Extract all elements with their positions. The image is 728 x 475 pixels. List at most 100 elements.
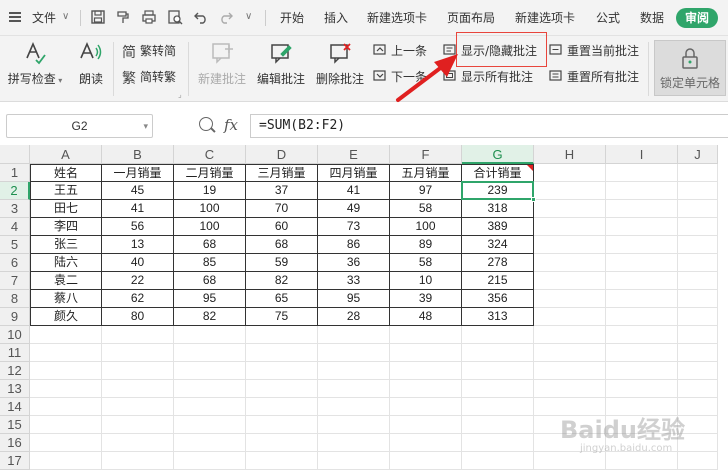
cell-e6[interactable]: 36 xyxy=(318,254,390,272)
cell-c14[interactable] xyxy=(174,398,246,416)
tab-formulas[interactable]: 公式 xyxy=(596,9,620,26)
cell-g12[interactable] xyxy=(462,362,534,380)
cell-f6[interactable]: 58 xyxy=(390,254,462,272)
cell-a15[interactable] xyxy=(30,416,102,434)
cell-i4[interactable] xyxy=(606,218,678,236)
cell-h4[interactable] xyxy=(534,218,606,236)
cell-h11[interactable] xyxy=(534,344,606,362)
cell-e4[interactable]: 73 xyxy=(318,218,390,236)
prev-comment-button[interactable]: 上一条 xyxy=(373,42,427,60)
cell-a6[interactable]: 陆六 xyxy=(30,254,102,272)
cell-g11[interactable] xyxy=(462,344,534,362)
column-header-g[interactable]: G xyxy=(462,145,534,164)
cell-a3[interactable]: 田七 xyxy=(30,200,102,218)
cell-i2[interactable] xyxy=(606,182,678,200)
cell-b12[interactable] xyxy=(102,362,174,380)
cell-g2[interactable]: 239 xyxy=(462,182,534,200)
cell-d9[interactable]: 75 xyxy=(246,308,318,326)
cell-e13[interactable] xyxy=(318,380,390,398)
cell-f17[interactable] xyxy=(390,452,462,470)
cell-a1[interactable]: 姓名 xyxy=(30,164,102,182)
cell-a12[interactable] xyxy=(30,362,102,380)
cell-e16[interactable] xyxy=(318,434,390,452)
cell-g9[interactable]: 313 xyxy=(462,308,534,326)
file-menu[interactable]: 文件 xyxy=(32,9,56,26)
cell-b17[interactable] xyxy=(102,452,174,470)
cell-g15[interactable] xyxy=(462,416,534,434)
row-header-9[interactable]: 9 xyxy=(0,308,30,326)
cell-c16[interactable] xyxy=(174,434,246,452)
cell-b2[interactable]: 45 xyxy=(102,182,174,200)
column-header-d[interactable]: D xyxy=(246,145,318,164)
cell-d13[interactable] xyxy=(246,380,318,398)
cell-f7[interactable]: 10 xyxy=(390,272,462,290)
cell-e15[interactable] xyxy=(318,416,390,434)
cell-a9[interactable]: 颜久 xyxy=(30,308,102,326)
cell-c3[interactable]: 100 xyxy=(174,200,246,218)
row-header-14[interactable]: 14 xyxy=(0,398,30,416)
column-header-e[interactable]: E xyxy=(318,145,390,164)
column-header-i[interactable]: I xyxy=(606,145,678,164)
cell-f8[interactable]: 39 xyxy=(390,290,462,308)
cell-b6[interactable]: 40 xyxy=(102,254,174,272)
cell-b3[interactable]: 41 xyxy=(102,200,174,218)
cell-e10[interactable] xyxy=(318,326,390,344)
tab-insert[interactable]: 插入 xyxy=(324,9,348,26)
new-comment-button[interactable]: 新建批注 xyxy=(196,40,248,87)
cell-j8[interactable] xyxy=(678,290,718,308)
row-header-1[interactable]: 1 xyxy=(0,164,30,182)
cell-e14[interactable] xyxy=(318,398,390,416)
cell-h5[interactable] xyxy=(534,236,606,254)
cell-i6[interactable] xyxy=(606,254,678,272)
cell-d14[interactable] xyxy=(246,398,318,416)
cell-d11[interactable] xyxy=(246,344,318,362)
cell-c12[interactable] xyxy=(174,362,246,380)
tab-page-layout[interactable]: 页面布局 xyxy=(447,9,495,26)
formula-input[interactable]: =SUM(B2:F2) xyxy=(250,114,728,138)
cell-f4[interactable]: 100 xyxy=(390,218,462,236)
reset-current-comment-button[interactable]: 重置当前批注 xyxy=(549,42,639,60)
cell-f13[interactable] xyxy=(390,380,462,398)
cell-b9[interactable]: 80 xyxy=(102,308,174,326)
cell-b10[interactable] xyxy=(102,326,174,344)
cell-d10[interactable] xyxy=(246,326,318,344)
cell-c11[interactable] xyxy=(174,344,246,362)
cell-e7[interactable]: 33 xyxy=(318,272,390,290)
cell-c7[interactable]: 68 xyxy=(174,272,246,290)
cell-i5[interactable] xyxy=(606,236,678,254)
name-box-dropdown-icon[interactable]: ▾ xyxy=(143,115,148,137)
cell-h3[interactable] xyxy=(534,200,606,218)
cell-f5[interactable]: 89 xyxy=(390,236,462,254)
row-header-12[interactable]: 12 xyxy=(0,362,30,380)
cell-f1[interactable]: 五月销量 xyxy=(390,164,462,182)
cell-b4[interactable]: 56 xyxy=(102,218,174,236)
cell-b11[interactable] xyxy=(102,344,174,362)
cell-e2[interactable]: 41 xyxy=(318,182,390,200)
cell-i9[interactable] xyxy=(606,308,678,326)
cell-c17[interactable] xyxy=(174,452,246,470)
tab-data[interactable]: 数据 xyxy=(640,9,664,26)
cell-f10[interactable] xyxy=(390,326,462,344)
cell-d2[interactable]: 37 xyxy=(246,182,318,200)
next-comment-button[interactable]: 下一条 xyxy=(373,68,427,86)
cell-b5[interactable]: 13 xyxy=(102,236,174,254)
simp-to-trad-button[interactable]: 繁简转繁 xyxy=(122,68,176,86)
cell-h9[interactable] xyxy=(534,308,606,326)
cell-g4[interactable]: 389 xyxy=(462,218,534,236)
cell-f15[interactable] xyxy=(390,416,462,434)
cell-d15[interactable] xyxy=(246,416,318,434)
row-header-16[interactable]: 16 xyxy=(0,434,30,452)
cell-a5[interactable]: 张三 xyxy=(30,236,102,254)
row-header-2[interactable]: 2 xyxy=(0,182,30,200)
cell-a17[interactable] xyxy=(30,452,102,470)
row-header-10[interactable]: 10 xyxy=(0,326,30,344)
delete-comment-button[interactable]: 删除批注 xyxy=(314,40,366,87)
reset-all-comments-button[interactable]: 重置所有批注 xyxy=(549,68,639,86)
cell-c1[interactable]: 二月销量 xyxy=(174,164,246,182)
row-header-15[interactable]: 15 xyxy=(0,416,30,434)
column-header-a[interactable]: A xyxy=(30,145,102,164)
cell-j11[interactable] xyxy=(678,344,718,362)
show-all-comments-button[interactable]: 显示所有批注 xyxy=(443,68,533,86)
cell-i7[interactable] xyxy=(606,272,678,290)
redo-icon[interactable] xyxy=(218,9,234,25)
